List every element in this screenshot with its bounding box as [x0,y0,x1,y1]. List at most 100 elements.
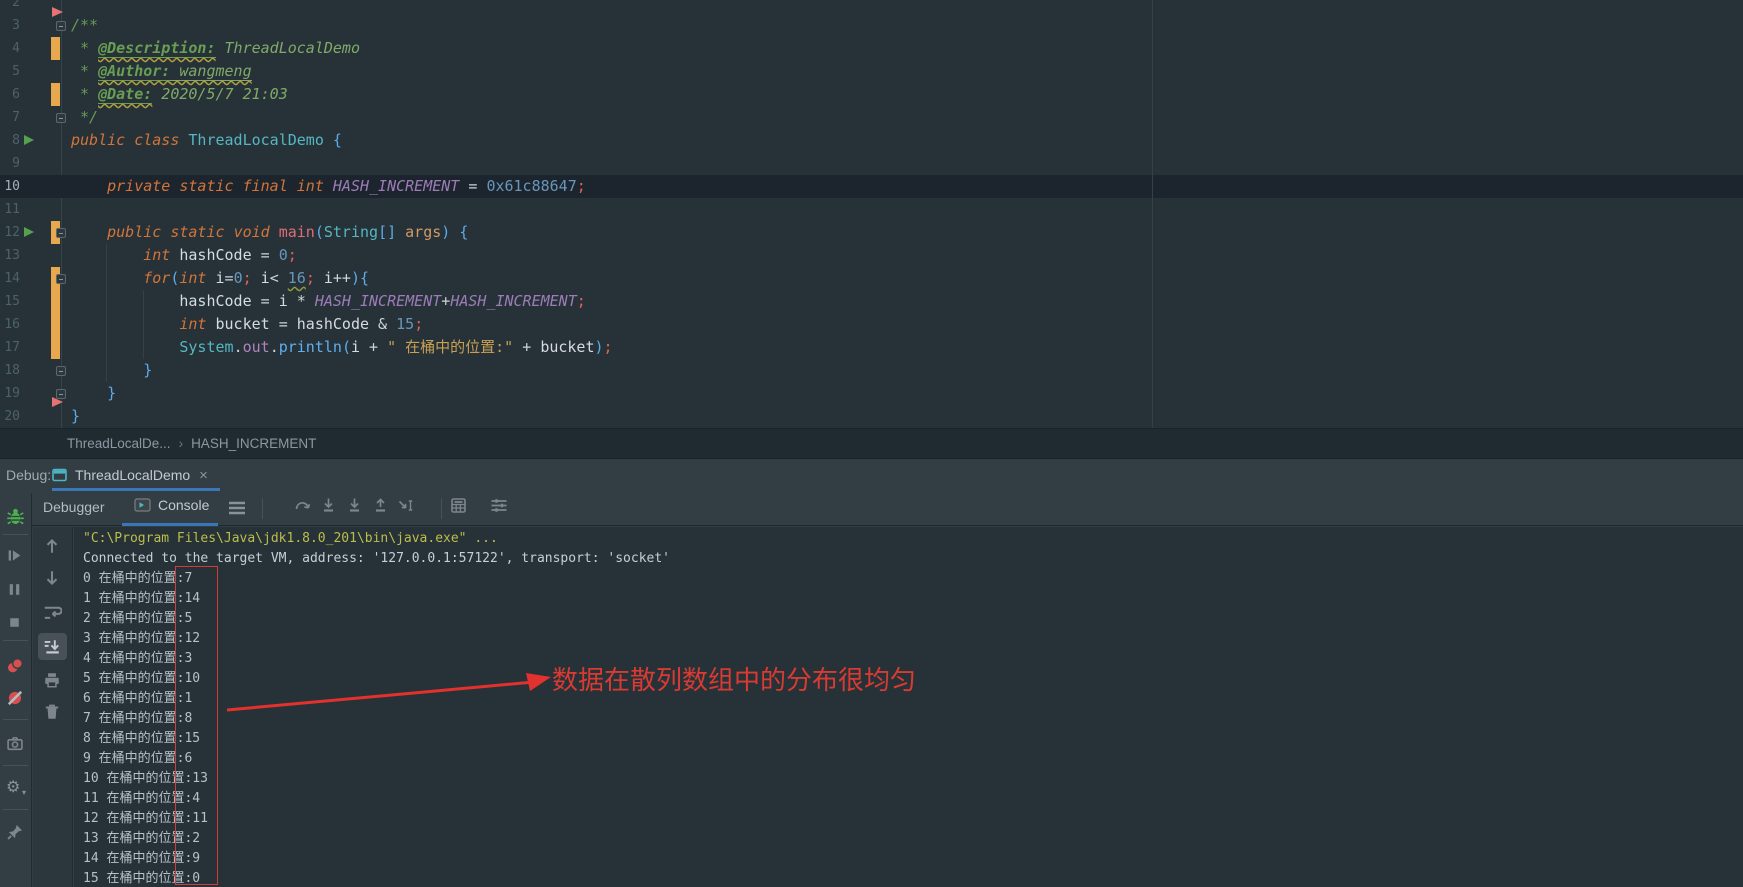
step-over-icon[interactable] [294,497,311,514]
rerun-debug-icon[interactable] [6,507,25,526]
force-step-into-icon[interactable] [346,497,363,514]
line-number: 2 [0,0,20,14]
breadcrumb: ThreadLocalDe... › HASH_INCREMENT [0,428,1743,458]
code-line: 12 public static void main(String[] args… [0,221,1743,244]
debug-toolbar: Debugger Console [0,493,1743,526]
run-configuration-icon [52,468,68,483]
code-text: * @Date: 2020/5/7 21:03 [71,83,288,106]
clear-console-icon[interactable] [43,703,61,721]
active-tab-underline [122,523,218,526]
toolbar-separator [3,640,28,641]
scroll-up-icon[interactable] [43,537,61,555]
run-method-icon[interactable] [24,135,34,145]
pause-icon[interactable] [6,581,23,598]
print-icon[interactable] [43,671,61,689]
code-text: * @Author: wangmeng [71,60,252,83]
view-breakpoints-icon[interactable] [6,657,24,675]
run-to-cursor-icon[interactable] [398,497,415,514]
fold-marker-icon[interactable] [56,113,66,123]
code-editor[interactable]: 23/**4 * @Description: ThreadLocalDemo5 … [0,0,1743,428]
toolbar-separator [3,765,28,766]
thread-dump-icon[interactable] [6,735,24,752]
console-line: 14 在桶中的位置:9 [83,849,670,869]
indent-guide [143,290,144,359]
line-number: 19 [0,382,20,405]
line-number: 15 [0,290,20,313]
active-tab-underline [52,488,220,491]
code-text: } [71,359,152,382]
menu-icon[interactable] [228,500,246,516]
toolbar-separator [262,498,263,519]
code-line: 3 /** [0,14,1743,37]
bookmark-arrow-icon[interactable] [52,397,63,407]
layout-settings-icon[interactable] [490,497,508,514]
line-number: 14 [0,267,20,290]
step-into-icon[interactable] [320,497,337,514]
debug-header: Debug: ThreadLocalDemo × [0,459,1743,492]
tab-console-label: Console [158,497,209,513]
console-line: Connected to the target VM, address: '12… [83,549,670,569]
line-number: 3 [0,14,20,37]
line-number: 10 [0,175,20,198]
line-number: 9 [0,152,20,175]
line-number: 5 [0,60,20,83]
fold-marker-icon[interactable] [56,366,66,376]
tab-console[interactable]: Console [134,497,209,513]
debug-label: Debug: [6,467,51,483]
debug-session-tab[interactable]: ThreadLocalDemo × [52,461,208,489]
console-line: 15 在桶中的位置:0 [83,869,670,887]
breadcrumb-class[interactable]: ThreadLocalDe... [67,436,171,451]
line-number: 16 [0,313,20,336]
console-gutter-toolbar [33,527,73,887]
code-line: 2 [0,0,1743,14]
fold-marker-icon[interactable] [56,274,66,284]
code-text: for(int i=0; i< 16; i++){ [71,267,369,290]
console-line: 7 在桶中的位置:8 [83,709,670,729]
console-line: 2 在桶中的位置:5 [83,609,670,629]
console-output[interactable]: "C:\Program Files\Java\jdk1.8.0_201\bin\… [74,527,1743,887]
indent-guide [106,244,107,382]
code-text: hashCode = i * HASH_INCREMENT+HASH_INCRE… [71,290,586,313]
mute-breakpoints-icon[interactable] [6,689,24,707]
soft-wrap-icon[interactable] [43,603,62,622]
code-text: * @Description: ThreadLocalDemo [71,37,360,60]
resume-icon[interactable] [6,547,23,564]
code-line: 15 hashCode = i * HASH_INCREMENT+HASH_IN… [0,290,1743,313]
fold-marker-icon[interactable] [56,21,66,31]
stop-icon[interactable] [6,614,23,631]
settings-gear-icon[interactable]: ⚙ ▾ [6,779,20,797]
run-method-icon[interactable] [24,227,34,237]
code-line: 7 */ [0,106,1743,129]
code-line: 6 * @Date: 2020/5/7 21:03 [0,83,1743,106]
chevron-down-icon: ▾ [22,788,26,797]
code-line: 14 for(int i=0; i< 16; i++){ [0,267,1743,290]
line-number: 8 [0,129,20,152]
code-line: 10 private static final int HASH_INCREME… [0,175,1743,198]
code-line: 11 [0,198,1743,221]
fold-marker-icon[interactable] [56,228,66,238]
ide-window: 23/**4 * @Description: ThreadLocalDemo5 … [0,0,1743,887]
code-text: /** [71,14,98,37]
close-icon[interactable]: × [199,467,208,484]
change-marker [51,290,60,313]
console-line: 3 在桶中的位置:12 [83,629,670,649]
scroll-to-end-icon[interactable] [43,638,61,656]
breadcrumb-member[interactable]: HASH_INCREMENT [191,436,316,451]
evaluate-expression-icon[interactable] [450,497,467,514]
line-number: 17 [0,336,20,359]
pin-icon[interactable] [6,823,24,841]
console-line: 1 在桶中的位置:14 [83,589,670,609]
code-text: System.out.println(i + " 在桶中的位置:" + buck… [71,336,613,359]
line-number: 20 [0,405,20,428]
code-line: 17 System.out.println(i + " 在桶中的位置:" + b… [0,336,1743,359]
line-number: 7 [0,106,20,129]
bookmark-arrow-icon[interactable] [52,7,63,17]
debug-left-toolbar: ⚙ ▾ [0,493,32,887]
line-number: 11 [0,198,20,221]
code-line: 9 [0,152,1743,175]
tab-debugger[interactable]: Debugger [43,499,105,515]
scroll-down-icon[interactable] [43,569,61,587]
change-marker [51,336,60,359]
console-line: 13 在桶中的位置:2 [83,829,670,849]
step-out-icon[interactable] [372,497,389,514]
